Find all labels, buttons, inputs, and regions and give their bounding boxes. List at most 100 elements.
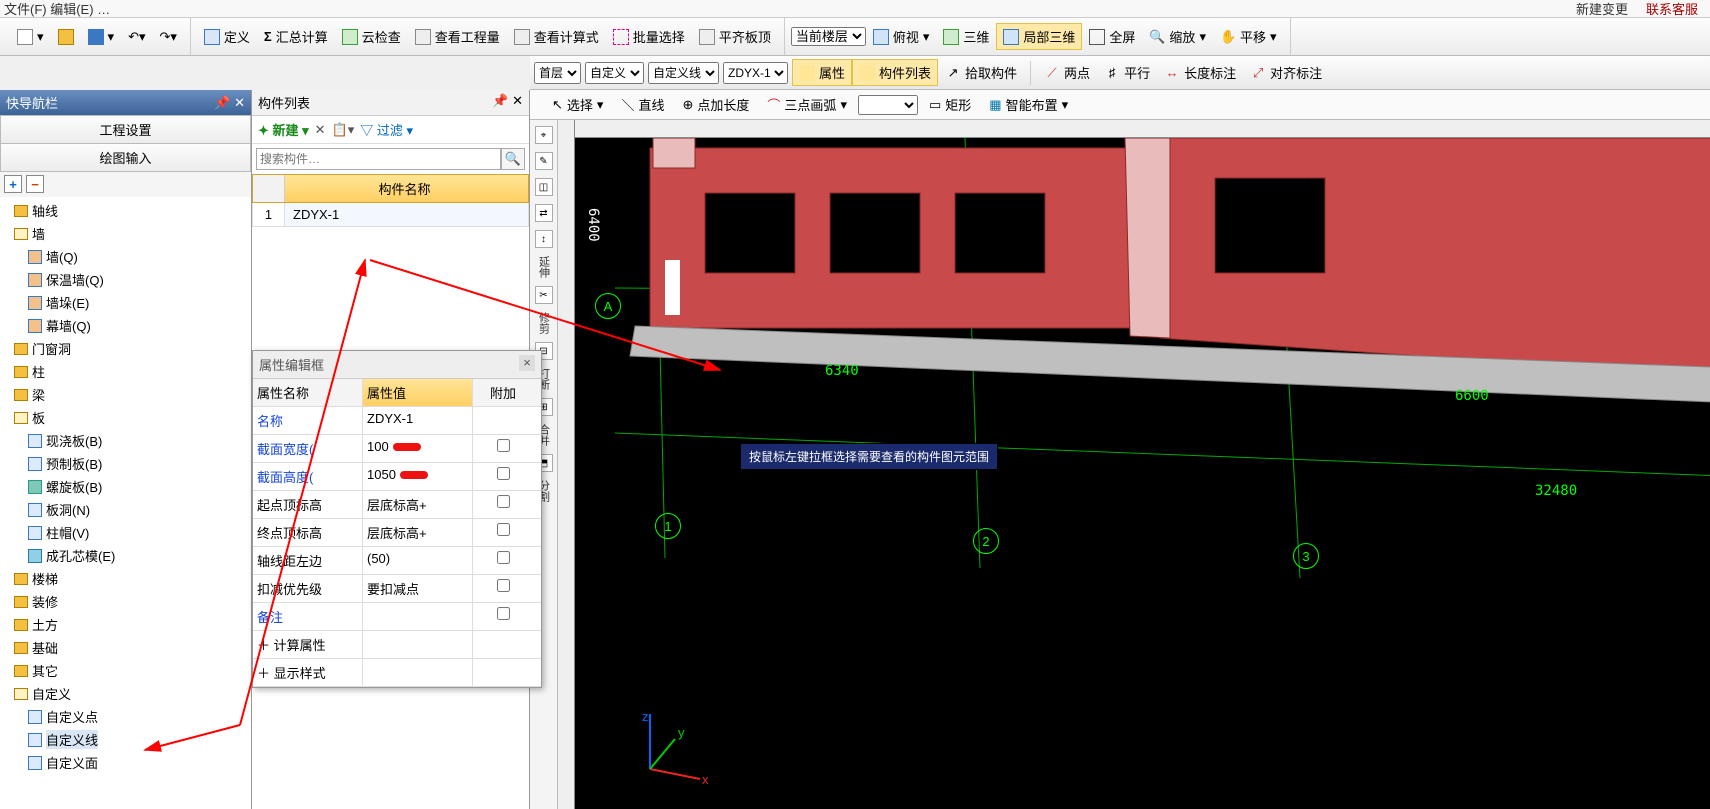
tree-stair[interactable]: 楼梯	[14, 567, 251, 590]
tree-column[interactable]: 柱	[14, 360, 251, 383]
prop-value[interactable]	[363, 603, 473, 630]
tree-opening[interactable]: 门窗洞	[14, 337, 251, 360]
view-expr-button[interactable]: 查看计算式	[507, 23, 606, 50]
two-point-button[interactable]: ⟋两点	[1037, 59, 1097, 86]
floor-select[interactable]: 首层	[534, 62, 581, 84]
tree-wall-curtain[interactable]: 幕墙(Q)	[28, 314, 251, 337]
delete-button[interactable]: ✕	[315, 122, 326, 138]
tree-earth[interactable]: 土方	[14, 613, 251, 636]
3d-button[interactable]: 三维	[936, 23, 996, 50]
addon-checkbox[interactable]	[497, 551, 510, 564]
tree-other[interactable]: 其它	[14, 659, 251, 682]
redo-button[interactable]: ↷▾	[152, 25, 183, 49]
tool-button[interactable]: ⇄	[535, 204, 553, 222]
expand-button[interactable]: +	[4, 175, 22, 193]
tree-beam[interactable]: 梁	[14, 383, 251, 406]
addon-checkbox[interactable]	[497, 439, 510, 452]
prop-name: 轴线距左边	[253, 547, 363, 574]
addon-checkbox[interactable]	[497, 607, 510, 620]
tree-custom-face[interactable]: 自定义面	[28, 751, 251, 774]
local-3d-button[interactable]: 局部三维	[996, 23, 1082, 50]
tree-found[interactable]: 基础	[14, 636, 251, 659]
prop-name: 终点顶标高	[253, 519, 363, 546]
tree-slab-spiral[interactable]: 螺旋板(B)	[28, 475, 251, 498]
cloud-check-button[interactable]: 云检查	[335, 23, 408, 50]
tool-button[interactable]: ⌖	[535, 126, 553, 144]
tree-slab-cap[interactable]: 柱帽(V)	[28, 521, 251, 544]
undo-button[interactable]: ↶▾	[121, 25, 152, 49]
addon-checkbox[interactable]	[497, 467, 510, 480]
length-dim-button[interactable]: ↔长度标注	[1157, 59, 1243, 86]
tree-axis[interactable]: 轴线	[14, 199, 251, 222]
new-file-button[interactable]: ▾	[10, 25, 51, 49]
canvas-area[interactable]: ⌖ ✎ ◫ ⇄ ↕ 延伸 ✂ 修剪 ⊟ 打断 ⊞ 合并 ⬒ 分割	[530, 120, 1710, 809]
viewport[interactable]: 6400 6340 6600 32480 A 1 2 3 按鼠标左键拉框选择需要…	[575, 138, 1710, 809]
close-icon[interactable]: ✕	[234, 95, 245, 110]
table-row[interactable]: 1ZDYX-1	[252, 203, 529, 227]
pin-icon[interactable]: 📌	[492, 93, 508, 108]
tree-deco[interactable]: 装修	[14, 590, 251, 613]
batch-select-button[interactable]: 批量选择	[606, 23, 692, 50]
prop-group-toggle[interactable]: ＋ 计算属性	[253, 631, 363, 658]
tree-slab-core[interactable]: 成孔芯模(E)	[28, 544, 251, 567]
tool-button[interactable]: ◫	[535, 178, 553, 196]
filter-button[interactable]: ▽ 过滤 ▾	[360, 120, 413, 139]
tree-wall-duo[interactable]: 墙垛(E)	[28, 291, 251, 314]
view-qty-button[interactable]: 查看工程量	[408, 23, 507, 50]
top-view-button[interactable]: 俯视▾	[866, 23, 937, 50]
prop-value[interactable]: (50)	[363, 547, 473, 574]
tree-custom-point[interactable]: 自定义点	[28, 705, 251, 728]
tree-custom-line[interactable]: 自定义线	[28, 728, 251, 751]
copy-button[interactable]: 📋▾	[332, 122, 355, 138]
tree-slab-cast[interactable]: 现浇板(B)	[28, 429, 251, 452]
save-button[interactable]: ▾	[81, 25, 122, 49]
prop-value[interactable]: 层底标高+	[363, 491, 473, 518]
menu-new-change[interactable]: 新建变更	[1576, 0, 1628, 18]
parallel-button[interactable]: ♯平行	[1097, 59, 1157, 86]
tree-slab[interactable]: 板	[14, 406, 251, 429]
prop-value[interactable]: 100	[363, 435, 473, 462]
close-icon[interactable]: ×	[519, 355, 535, 371]
props-toggle-button[interactable]: 属性	[792, 59, 852, 86]
sum-calc-button[interactable]: Σ 汇总计算	[257, 23, 335, 50]
instance-select[interactable]: ZDYX-1	[723, 62, 788, 84]
zoom-button[interactable]: 🔍缩放▾	[1142, 23, 1213, 50]
menu-contact[interactable]: 联系客服	[1646, 0, 1698, 18]
complist-toggle-button[interactable]: 构件列表	[852, 59, 938, 86]
category-select[interactable]: 自定义	[585, 62, 644, 84]
search-button[interactable]: 🔍	[501, 148, 525, 170]
tool-button[interactable]: ✎	[535, 152, 553, 170]
tree-slab-hole[interactable]: 板洞(N)	[28, 498, 251, 521]
tree-wall-q[interactable]: 墙(Q)	[28, 245, 251, 268]
tab-draw-input[interactable]: 绘图输入	[0, 143, 251, 172]
prop-value[interactable]: 1050	[363, 463, 473, 490]
align-dim-button[interactable]: ⤢对齐标注	[1243, 59, 1329, 86]
collapse-button[interactable]: −	[26, 175, 44, 193]
prop-group-toggle[interactable]: ＋ 显示样式	[253, 659, 363, 686]
tree-slab-pre[interactable]: 预制板(B)	[28, 452, 251, 475]
search-input[interactable]	[256, 148, 501, 170]
tree-wall-ins[interactable]: 保温墙(Q)	[28, 268, 251, 291]
tool-button[interactable]: ↕	[535, 230, 553, 248]
pick-component-button[interactable]: ↗拾取构件	[938, 59, 1024, 86]
flat-top-button[interactable]: 平齐板顶	[692, 23, 778, 50]
prop-value[interactable]: ZDYX-1	[363, 407, 473, 434]
subcat-select[interactable]: 自定义线	[648, 62, 719, 84]
new-component-button[interactable]: ✦ 新建 ▾	[258, 120, 309, 139]
current-floor-select[interactable]: 当前楼层	[791, 27, 866, 46]
open-button[interactable]	[51, 25, 81, 49]
tree-wall[interactable]: 墙	[14, 222, 251, 245]
pan-button[interactable]: ✋平移▾	[1213, 23, 1284, 50]
tab-project-settings[interactable]: 工程设置	[0, 115, 251, 144]
prop-value[interactable]: 要扣减点	[363, 575, 473, 602]
fullscreen-button[interactable]: 全屏	[1082, 23, 1142, 50]
addon-checkbox[interactable]	[497, 579, 510, 592]
close-icon[interactable]: ✕	[512, 93, 523, 108]
tool-button[interactable]: ✂	[535, 286, 553, 304]
addon-checkbox[interactable]	[497, 523, 510, 536]
pin-icon[interactable]: 📌	[214, 95, 230, 110]
prop-value[interactable]: 层底标高+	[363, 519, 473, 546]
define-button[interactable]: 定义	[197, 23, 257, 50]
addon-checkbox[interactable]	[497, 495, 510, 508]
tree-custom[interactable]: 自定义	[14, 682, 251, 705]
